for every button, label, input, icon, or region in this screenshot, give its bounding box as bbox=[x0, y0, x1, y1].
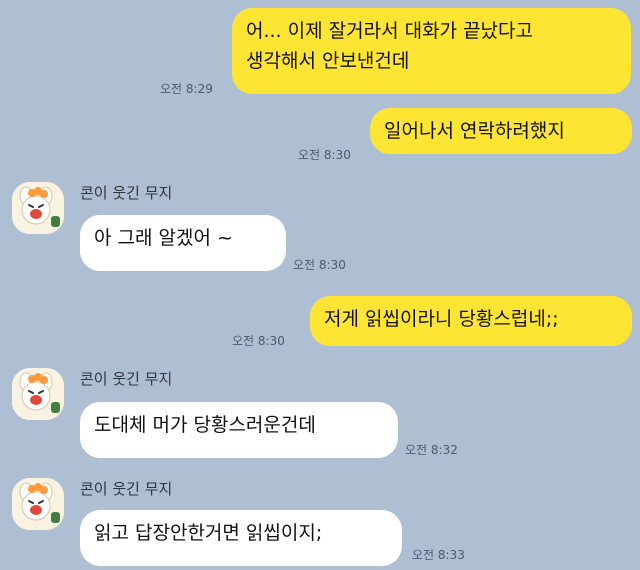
my-message-bubble[interactable]: 어... 이제 잘거라서 대화가 끝났다고 생각해서 안보낸건데 bbox=[232, 8, 631, 94]
message-timestamp: 오전 8:30 bbox=[232, 334, 285, 348]
my-message-bubble[interactable]: 저게 읽씹이라니 당황스럽네;; bbox=[310, 296, 632, 346]
sender-name: 콘이 웃긴 무지 bbox=[80, 480, 173, 498]
my-message-bubble[interactable]: 일어나서 연락하려했지 bbox=[370, 108, 632, 154]
their-message-bubble[interactable]: 읽고 답장안한거면 읽씹이지; bbox=[80, 510, 402, 566]
muzi-con-avatar-icon bbox=[12, 478, 64, 530]
their-message-bubble[interactable]: 아 그래 알겠어 ~ bbox=[80, 215, 286, 271]
chat-message-list[interactable]: 어... 이제 잘거라서 대화가 끝났다고 생각해서 안보낸건데 오전 8:29… bbox=[0, 0, 640, 570]
message-timestamp: 오전 8:33 bbox=[412, 548, 465, 562]
profile-avatar[interactable] bbox=[12, 182, 64, 234]
message-line: 도대체 머가 당황스러운건데 bbox=[94, 414, 316, 436]
profile-avatar[interactable] bbox=[12, 368, 64, 420]
message-line: 생각해서 안보낸건데 bbox=[246, 50, 410, 72]
message-timestamp: 오전 8:30 bbox=[293, 258, 346, 272]
muzi-con-avatar-icon bbox=[12, 182, 64, 234]
message-line: 일어나서 연락하려했지 bbox=[384, 120, 565, 142]
muzi-con-avatar-icon bbox=[12, 368, 64, 420]
message-timestamp: 오전 8:29 bbox=[160, 82, 213, 96]
their-message-bubble[interactable]: 도대체 머가 당황스러운건데 bbox=[80, 402, 398, 458]
message-timestamp: 오전 8:30 bbox=[298, 148, 351, 162]
sender-name: 콘이 웃긴 무지 bbox=[80, 370, 173, 388]
message-line: 저게 읽씹이라니 당황스럽네;; bbox=[324, 308, 559, 330]
message-line: 어... 이제 잘거라서 대화가 끝났다고 bbox=[246, 20, 533, 42]
message-timestamp: 오전 8:32 bbox=[405, 443, 458, 457]
profile-avatar[interactable] bbox=[12, 478, 64, 530]
message-line: 아 그래 알겠어 ~ bbox=[94, 227, 233, 249]
message-line: 읽고 답장안한거면 읽씹이지; bbox=[94, 522, 323, 544]
sender-name: 콘이 웃긴 무지 bbox=[80, 184, 173, 202]
